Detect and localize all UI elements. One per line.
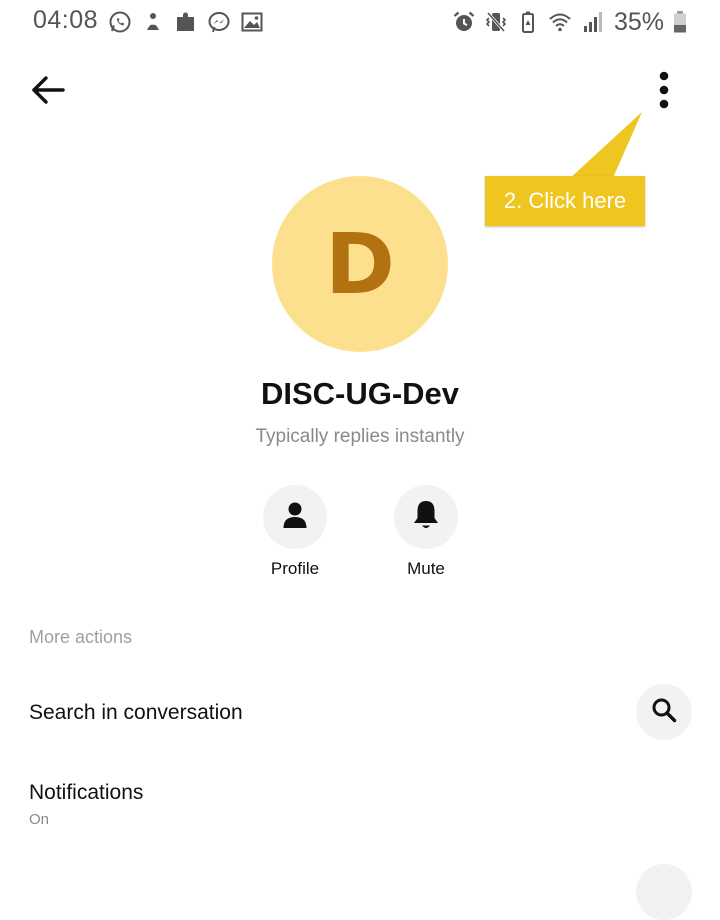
more-options-button[interactable] [646, 70, 682, 114]
notifications-row[interactable]: Notifications On [0, 768, 720, 840]
vibrate-icon [484, 10, 508, 34]
avatar: D [272, 176, 448, 352]
mute-button[interactable]: Mute [376, 485, 476, 579]
search-in-conversation-row[interactable]: Search in conversation [0, 680, 720, 746]
profile-label: Profile [270, 559, 320, 578]
messenger-icon [207, 10, 231, 34]
mute-label: Mute [407, 559, 445, 578]
more-vertical-icon [658, 71, 670, 114]
back-button[interactable] [30, 74, 66, 110]
gallery-icon [240, 10, 264, 34]
alarm-icon [452, 10, 476, 34]
callout-annotation: 2. Click here [485, 176, 645, 226]
battery-icon [672, 10, 688, 34]
contact-subtitle: Typically replies instantly [255, 426, 465, 447]
battery-percent: 35% [613, 7, 664, 36]
notifications-status: On [29, 811, 50, 828]
contact-name: DISC-UG-Dev [260, 376, 460, 411]
search-button[interactable] [636, 684, 692, 740]
search-in-conversation-label: Search in conversation [29, 701, 243, 724]
notification-icons [108, 7, 264, 37]
status-time: 04:08 [33, 6, 99, 34]
profile-button-circle[interactable] [263, 485, 327, 549]
system-icons: 35% [452, 7, 688, 37]
mute-button-circle[interactable] [394, 485, 458, 549]
profile-button[interactable]: Profile [245, 485, 345, 579]
whatsapp-icon [108, 10, 132, 34]
callout-text: 2. Click here [503, 188, 627, 213]
battery-saver-icon [516, 10, 540, 34]
notification-app-icon [141, 10, 165, 34]
bell-icon [412, 499, 440, 536]
more-actions-header: More actions [29, 627, 133, 647]
next-row-icon-button[interactable] [636, 864, 692, 920]
avatar-letter: D [325, 215, 395, 313]
search-icon [651, 697, 677, 728]
puzzle-icon [174, 10, 198, 34]
signal-icon [580, 10, 604, 34]
wifi-icon [548, 10, 572, 34]
notifications-label: Notifications [29, 781, 144, 804]
arrow-left-icon [31, 75, 65, 110]
person-icon [282, 501, 308, 534]
status-bar: 04:08 35% [0, 0, 720, 44]
